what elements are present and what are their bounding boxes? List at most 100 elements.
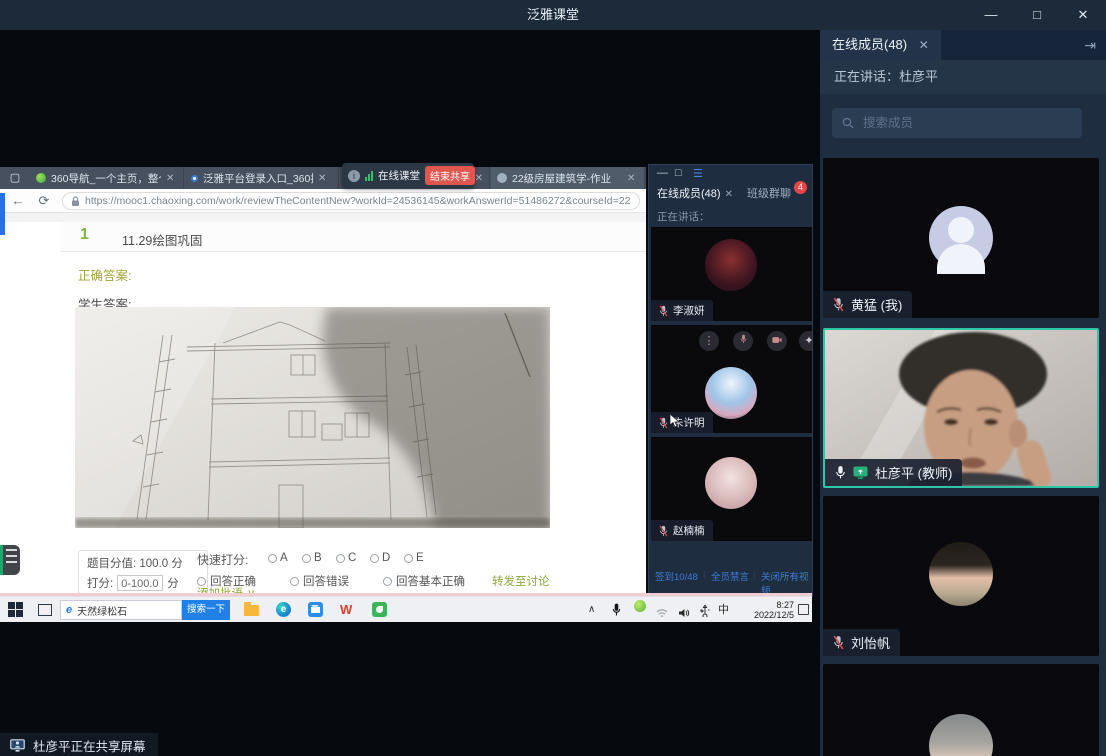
- url-bar[interactable]: https://mooc1.chaoxing.com/work/reviewTh…: [62, 192, 640, 210]
- radio-icon[interactable]: [268, 554, 277, 563]
- notification-center-icon[interactable]: [798, 604, 809, 615]
- judge-wrong[interactable]: 回答错误: [290, 573, 349, 589]
- start-button[interactable]: [8, 602, 24, 618]
- taskbar-search-box[interactable]: e 天然绿松石: [60, 600, 182, 620]
- panel-tab-close-icon[interactable]: ✕: [725, 189, 733, 200]
- forward-to-discussion-link[interactable]: 转发至讨论: [492, 573, 550, 589]
- members-tab[interactable]: 在线成员(48) ✕: [820, 30, 941, 60]
- quick-option-b[interactable]: B: [302, 552, 322, 564]
- refresh-button[interactable]: ⟳: [34, 191, 54, 211]
- tab-360-nav[interactable]: 360导航_一个主页，整个世界 ✕: [30, 167, 184, 189]
- edge-browser-icon[interactable]: e: [276, 602, 292, 618]
- tray-360-icon[interactable]: [634, 600, 646, 612]
- panel-member-tile[interactable]: 赵楠楠: [651, 437, 812, 541]
- radio-icon[interactable]: [290, 577, 299, 586]
- radio-icon[interactable]: [404, 554, 413, 563]
- browser-menu-icon[interactable]: ▢: [4, 170, 26, 186]
- tab-close-icon[interactable]: ✕: [627, 173, 635, 184]
- question-number: 1: [80, 226, 89, 244]
- wps-icon[interactable]: W: [340, 602, 356, 618]
- panel-tab-members[interactable]: 在线成员(48)✕: [657, 185, 733, 201]
- member-video-tile-active-speaker[interactable]: 杜彦平 (教师): [823, 328, 1099, 488]
- member-video-tile[interactable]: [823, 664, 1099, 756]
- panel-minimize-button[interactable]: —: [657, 167, 668, 179]
- mic-muted-icon: [659, 305, 668, 317]
- member-video-tile[interactable]: 刘怡帆: [823, 496, 1099, 656]
- question-score-label: 题目分值: 100.0 分: [87, 555, 183, 571]
- mail-icon[interactable]: [308, 602, 324, 618]
- mute-all-link[interactable]: 全员禁言: [711, 569, 749, 583]
- task-view-button[interactable]: [38, 602, 54, 618]
- radio-icon[interactable]: [370, 554, 379, 563]
- radio-icon[interactable]: [302, 554, 311, 563]
- app-window: 泛雅课堂 — □ ✕ ▢ 360导航_一个主页，整个世界 ✕ 泛雅平台登录入口_…: [0, 0, 1106, 756]
- speaking-now-label: 正在讲话：杜彦平: [820, 60, 1106, 94]
- members-tab-close-icon[interactable]: ✕: [919, 38, 929, 52]
- quick-option-label: E: [416, 552, 424, 564]
- more-options-icon[interactable]: ⋮: [699, 331, 719, 351]
- grade-input[interactable]: 0-100.0: [117, 575, 163, 591]
- tray-expand-icon[interactable]: ∧: [588, 601, 595, 619]
- quick-option-c[interactable]: C: [336, 552, 356, 564]
- student-answer-photo[interactable]: [75, 307, 550, 528]
- avatar: [705, 239, 757, 291]
- quick-option-a[interactable]: A: [268, 552, 288, 564]
- member-search-box[interactable]: [832, 108, 1082, 138]
- stop-share-button[interactable]: 结束共享: [425, 166, 475, 185]
- tab-fanya-login[interactable]: 泛雅平台登录入口_360搜索 ✕: [185, 167, 339, 189]
- sidebar-header: 在线成员(48) ✕ ⇥: [820, 30, 1106, 60]
- quick-option-e[interactable]: E: [404, 552, 424, 564]
- file-explorer-icon[interactable]: [244, 602, 260, 618]
- tab-close-icon[interactable]: ✕: [318, 173, 326, 184]
- mic-control-icon[interactable]: [733, 331, 753, 351]
- member-video-tile[interactable]: 黄猛 (我): [823, 158, 1099, 318]
- panel-speaking-label: 正在讲话：: [657, 209, 710, 224]
- avatar: [705, 457, 757, 509]
- judge-mostly-correct[interactable]: 回答基本正确: [383, 573, 465, 589]
- tab-favicon-360: [36, 173, 46, 183]
- tab-close-icon[interactable]: ✕: [166, 173, 174, 184]
- radio-icon[interactable]: [336, 554, 345, 563]
- maximize-button[interactable]: □: [1014, 0, 1060, 30]
- ie-icon: e: [66, 604, 72, 616]
- collapse-panel-icon[interactable]: ⇥: [1084, 30, 1096, 60]
- footer-separator: |: [703, 569, 705, 580]
- radio-icon[interactable]: [383, 577, 392, 586]
- tab-close-icon[interactable]: ✕: [475, 173, 483, 184]
- tab-title: 泛雅平台登录入口_360搜索: [203, 171, 313, 186]
- panel-member-tile[interactable]: ⋮ ✦ 朱许明: [651, 325, 812, 433]
- camera-control-icon[interactable]: [767, 331, 787, 351]
- member-name: 杜彦平 (教师): [875, 463, 952, 482]
- tray-usb-icon[interactable]: [700, 604, 710, 622]
- member-search-input[interactable]: [861, 115, 1072, 131]
- panel-member-tile[interactable]: 李淑妍: [651, 227, 812, 321]
- effects-icon[interactable]: ✦: [799, 331, 812, 351]
- close-button[interactable]: ✕: [1060, 0, 1106, 30]
- quick-option-label: D: [382, 552, 390, 564]
- shared-screen-area: ▢ 360导航_一个主页，整个世界 ✕ 泛雅平台登录入口_360搜索 ✕ ✕ 2…: [0, 30, 820, 756]
- panel-tab-chat[interactable]: 班级群聊4: [747, 185, 791, 201]
- panel-maximize-button[interactable]: □: [675, 167, 682, 179]
- tray-mic-icon[interactable]: [612, 603, 621, 621]
- tray-clock[interactable]: 8:27 2022/12/5: [738, 600, 794, 620]
- quick-option-label: A: [280, 552, 288, 564]
- minimize-button[interactable]: —: [968, 0, 1014, 30]
- panel-menu-icon[interactable]: ☰: [693, 167, 703, 180]
- search-icon: [842, 117, 854, 129]
- ime-indicator[interactable]: 中: [718, 601, 729, 619]
- tray-network-icon[interactable]: [656, 605, 668, 623]
- sidebar-handle[interactable]: [0, 545, 20, 575]
- quick-option-label: B: [314, 552, 322, 564]
- sign-in-link[interactable]: 签到10/48: [655, 569, 698, 583]
- quick-option-d[interactable]: D: [370, 552, 390, 564]
- back-button[interactable]: ←: [8, 191, 28, 211]
- tray-speaker-icon[interactable]: [678, 605, 690, 623]
- tab-homework-active[interactable]: 22级房屋建筑学-作业 ✕: [491, 167, 645, 189]
- question-title: 11.29绘图巩固: [122, 230, 202, 249]
- taskbar-search-button[interactable]: 搜索一下: [182, 600, 230, 620]
- mouse-cursor: [669, 413, 681, 429]
- quick-option-label: C: [348, 552, 356, 564]
- tab-title: 22级房屋建筑学-作业: [512, 171, 622, 186]
- page-top-strip: [0, 213, 646, 222]
- green-app-icon[interactable]: [372, 602, 388, 618]
